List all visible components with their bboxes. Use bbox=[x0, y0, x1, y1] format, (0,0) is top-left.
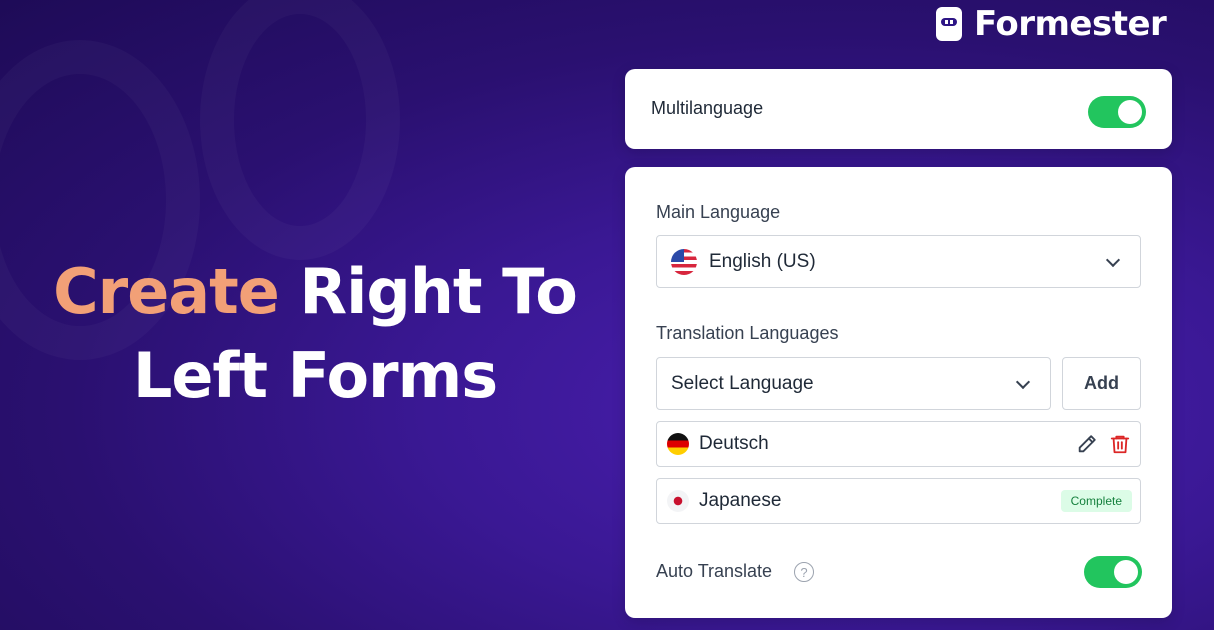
language-name: Japanese bbox=[699, 490, 782, 511]
chevron-down-icon bbox=[1105, 252, 1121, 267]
translation-languages-label: Translation Languages bbox=[656, 323, 839, 343]
status-badge: Complete bbox=[1060, 490, 1132, 512]
multilanguage-toggle[interactable] bbox=[1088, 96, 1146, 128]
language-row-japanese: Japanese Complete bbox=[656, 478, 1141, 524]
select-language-placeholder: Select Language bbox=[671, 372, 814, 394]
us-flag-icon bbox=[671, 248, 697, 275]
brand: Formester bbox=[936, 4, 1167, 44]
main-language-value: English (US) bbox=[709, 250, 816, 272]
main-language-select[interactable]: English (US) bbox=[656, 235, 1141, 288]
chevron-down-icon bbox=[1015, 374, 1031, 389]
main-language-label: Main Language bbox=[656, 202, 781, 222]
formester-logo-icon bbox=[936, 7, 962, 41]
edit-pencil-icon[interactable] bbox=[1076, 433, 1098, 455]
japanese-flag-icon bbox=[667, 490, 689, 512]
brand-name: Formester bbox=[974, 4, 1167, 44]
translation-language-select[interactable]: Select Language bbox=[656, 357, 1051, 410]
help-question-icon[interactable]: ? bbox=[794, 562, 814, 582]
hero-line1-rest: Right To bbox=[278, 255, 577, 328]
hero-line2: Left Forms bbox=[132, 339, 498, 412]
hero-accent-word: Create bbox=[53, 255, 280, 328]
multilanguage-label: Multilanguage bbox=[651, 98, 764, 118]
language-settings-card: Main Language English (US) Translation L… bbox=[625, 167, 1172, 618]
german-flag-icon bbox=[667, 433, 689, 455]
auto-translate-label: Auto Translate bbox=[656, 561, 773, 581]
language-row-deutsch: Deutsch bbox=[656, 421, 1141, 467]
background-decoration bbox=[200, 0, 400, 260]
language-name: Deutsch bbox=[699, 433, 769, 454]
add-language-button[interactable]: Add bbox=[1062, 357, 1141, 410]
hero-headline: Create Right To Left Forms bbox=[0, 250, 630, 418]
auto-translate-toggle[interactable] bbox=[1084, 556, 1142, 588]
delete-trash-icon[interactable] bbox=[1109, 433, 1131, 455]
